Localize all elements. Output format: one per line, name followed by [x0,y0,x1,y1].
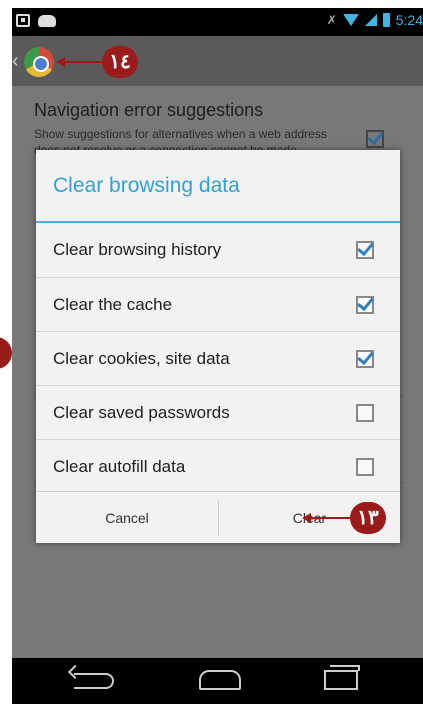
phone-screen: ✗ 5:24 ‹ ١٤ Navigation error suggestions… [12,8,423,704]
checkbox-unchecked[interactable] [356,458,374,476]
cancel-button[interactable]: Cancel [36,492,218,544]
checkbox-checked[interactable] [356,241,374,259]
option-label: Clear the cache [53,295,173,314]
callout-13-badge: ١٣ [350,502,386,534]
wifi-icon [342,14,359,26]
setting-checkbox[interactable] [366,130,384,148]
option-clear-cookies[interactable]: Clear cookies, site data [36,331,400,385]
notification-icons [16,14,56,27]
recent-apps-icon[interactable] [324,665,360,690]
navigation-bar [12,658,423,704]
back-icon[interactable] [74,673,114,689]
dialog-title: Clear browsing data [53,174,240,197]
option-label: Clear saved passwords [53,403,230,422]
clock: 5:24 [395,12,423,28]
callout-14-badge: ١٤ [102,46,138,78]
chrome-logo-icon[interactable] [24,47,54,77]
checkbox-checked[interactable] [356,350,374,368]
option-label: Clear autofill data [53,457,186,476]
option-clear-saved-passwords[interactable]: Clear saved passwords [36,385,400,439]
action-bar: ‹ ١٤ [12,36,423,86]
checkbox-checked[interactable] [356,296,374,314]
status-bar: ✗ 5:24 [12,8,423,36]
battery-icon [382,13,390,27]
option-clear-browsing-history[interactable]: Clear browsing history [36,223,400,277]
callout-14: ١٤ [56,46,148,78]
up-chevron-icon[interactable]: ‹ [12,50,19,73]
option-clear-autofill[interactable]: Clear autofill data [36,439,400,493]
checkbox-unchecked[interactable] [356,404,374,422]
callout-13: ١٣ [302,502,412,534]
status-right: ✗ 5:24 [327,12,423,28]
home-icon[interactable] [199,670,241,690]
option-clear-cache[interactable]: Clear the cache [36,277,400,331]
no-sim-icon: ✗ [326,13,337,27]
option-label: Clear browsing history [53,240,222,259]
setting-title: Navigation error suggestions [34,100,264,120]
app-notification-icon [38,15,56,27]
callout-14-line [64,61,104,63]
clear-browsing-data-dialog: Clear browsing data Clear browsing histo… [36,150,400,543]
signal-icon [364,14,377,26]
callout-13-line [310,517,352,519]
screenshot-icon [16,14,30,27]
option-label: Clear cookies, site data [53,349,230,368]
